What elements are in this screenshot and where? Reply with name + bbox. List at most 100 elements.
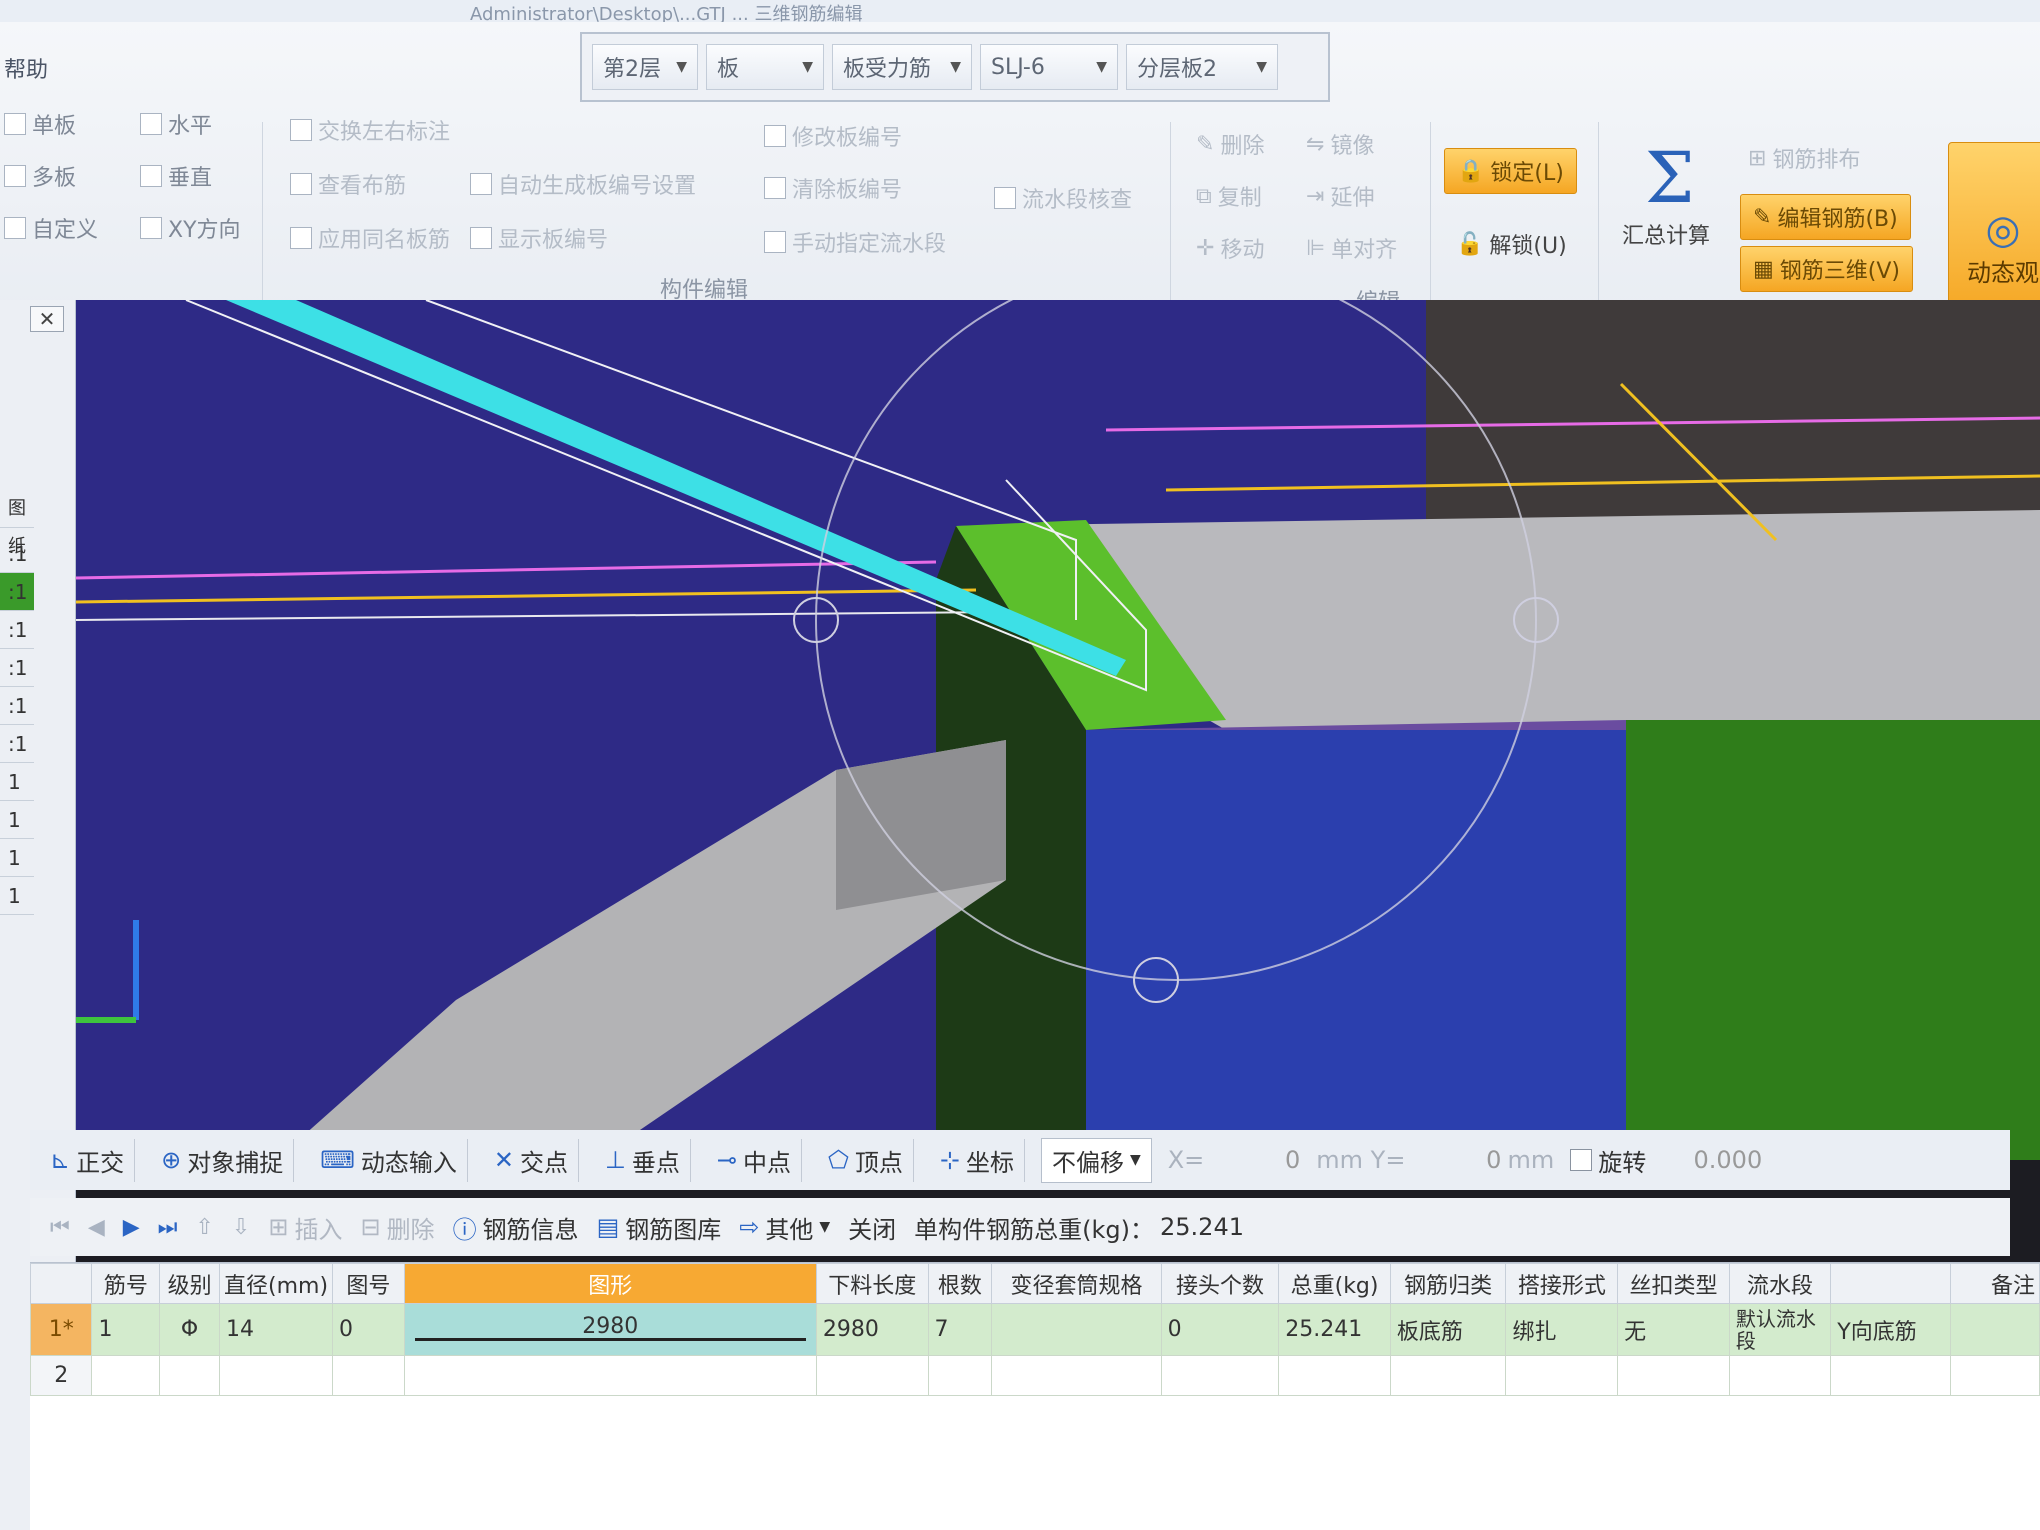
empty-cell[interactable] (332, 1355, 405, 1396)
drawing-list-item[interactable]: :1 (0, 611, 34, 649)
bar-no-cell[interactable]: 1 (91, 1303, 161, 1356)
next-record-icon[interactable]: ▶ (123, 1215, 140, 1240)
empty-cell[interactable] (815, 1355, 929, 1396)
rebar-layout-button[interactable]: ⊞ 钢筋排布 (1748, 142, 1860, 174)
flow-check-button[interactable]: 流水段核查 (994, 182, 1132, 214)
offset-select[interactable]: 不偏移 ▼ (1040, 1137, 1152, 1183)
y-coordinate-field[interactable]: mm Y= 0 mm (1316, 1146, 1554, 1174)
type-select[interactable]: 板 ▼ (706, 44, 824, 90)
empty-cell[interactable] (1160, 1355, 1280, 1396)
component-select[interactable]: SLJ-6 ▼ (980, 44, 1118, 90)
empty-cell[interactable] (991, 1355, 1162, 1396)
vertex-snap[interactable]: ⬠ 顶点 (818, 1138, 914, 1182)
object-snap-toggle[interactable]: ⊕ 对象捕捉 (151, 1138, 295, 1182)
empty-cell[interactable] (1830, 1355, 1951, 1396)
align-button[interactable]: ⊫ 单对齐 (1306, 232, 1397, 264)
category-select[interactable]: 板受力筋 ▼ (832, 44, 972, 90)
close-icon[interactable]: ✕ (30, 306, 64, 332)
rebar-3d-button[interactable]: ▦ 钢筋三维(V) (1740, 246, 1914, 292)
empty-cell[interactable] (927, 1355, 993, 1396)
rebar-library-button[interactable]: ▤ 钢筋图库 (597, 1210, 722, 1245)
rotate-field[interactable]: 旋转 0.000 (1570, 1143, 1762, 1178)
remark-cell[interactable] (1949, 1303, 2040, 1356)
drawing-list-item[interactable]: 1 (0, 877, 34, 915)
sigma-icon[interactable]: Σ (1645, 137, 1695, 219)
empty-cell[interactable] (1949, 1355, 2040, 1396)
dynamic-view-button[interactable]: ◎ 动态观 (1948, 142, 2040, 317)
clear-slab-number-button[interactable]: 清除板编号 (764, 172, 902, 204)
3d-scene[interactable] (76, 300, 2040, 1160)
xy-direction-button[interactable]: XY方向 (140, 212, 241, 244)
sleeve-cell[interactable] (991, 1303, 1162, 1356)
show-slab-number-button[interactable]: 显示板编号 (470, 222, 608, 254)
edit-rebar-button[interactable]: ✎ 编辑钢筋(B) (1740, 194, 1911, 240)
extend-button[interactable]: ⇥ 延伸 (1306, 180, 1374, 212)
unlock-button[interactable]: 🔓 解锁(U) (1444, 222, 1579, 266)
horizontal-button[interactable]: 水平 (140, 108, 212, 140)
prev-record-icon[interactable]: ◀ (88, 1215, 105, 1240)
layer-select[interactable]: 分层板2 ▼ (1126, 44, 1278, 90)
drawing-list-item[interactable]: :1 (0, 535, 34, 573)
manual-flow-button[interactable]: 手动指定流水段 (764, 226, 946, 258)
custom-button[interactable]: 自定义 (4, 212, 98, 244)
drawing-list-item[interactable]: 1 (0, 763, 34, 801)
floor-select[interactable]: 第2层 ▼ (592, 44, 698, 90)
empty-cell[interactable] (91, 1355, 161, 1396)
single-slab-button[interactable]: 单板 (4, 108, 76, 140)
rotate-value[interactable]: 0.000 (1652, 1146, 1763, 1174)
first-record-icon[interactable]: ⏮ (50, 1215, 70, 1240)
figure-no-cell[interactable]: 0 (332, 1303, 405, 1356)
rebar-info-button[interactable]: ⓘ 钢筋信息 (453, 1210, 579, 1245)
drawing-list-item[interactable]: :1 (0, 649, 34, 687)
count-cell[interactable]: 7 (927, 1303, 993, 1356)
table-row[interactable]: 2 (29, 1355, 2040, 1396)
last-record-icon[interactable]: ⏭ (158, 1215, 178, 1240)
delete-button[interactable]: ✎ 删除 (1196, 128, 1264, 160)
drawing-list-item[interactable]: :1 (0, 573, 34, 611)
joints-cell[interactable]: 0 (1160, 1303, 1280, 1356)
copy-button[interactable]: ⧉ 复制 (1196, 180, 1262, 212)
other-menu-button[interactable]: ⇨ 其他 ▼ (739, 1210, 830, 1245)
lock-button[interactable]: 🔒 锁定(L) (1444, 148, 1577, 194)
x-coordinate-field[interactable]: X= 0 (1168, 1146, 1301, 1174)
category-cell[interactable]: 板底筋 (1389, 1303, 1507, 1356)
empty-cell[interactable] (1389, 1355, 1507, 1396)
empty-cell[interactable] (1617, 1355, 1730, 1396)
dynamic-input-toggle[interactable]: ⌨ 动态输入 (310, 1138, 468, 1182)
swap-annotation-button[interactable]: 交换左右标注 (290, 114, 450, 146)
close-grid-button[interactable]: 关闭 (848, 1210, 896, 1245)
empty-cell[interactable] (159, 1355, 220, 1396)
drawing-list-item[interactable]: :1 (0, 725, 34, 763)
multi-slab-button[interactable]: 多板 (4, 160, 76, 192)
midpoint-snap[interactable]: ⊸ 中点 (707, 1138, 802, 1182)
empty-cell[interactable] (1278, 1355, 1391, 1396)
menu-help[interactable]: 帮助 (4, 52, 48, 84)
coordinate-snap[interactable]: ⊹ 坐标 (930, 1138, 1025, 1182)
empty-cell[interactable] (1728, 1355, 1832, 1396)
mirror-button[interactable]: ⇋ 镜像 (1306, 128, 1374, 160)
perpendicular-snap[interactable]: ⊥ 垂点 (595, 1138, 691, 1182)
cut-length-cell[interactable]: 2980 (815, 1303, 929, 1356)
3d-viewport[interactable] (76, 300, 2040, 1160)
move-up-icon[interactable]: ⇧ (195, 1215, 213, 1240)
view-rebar-button[interactable]: 查看布筋 (290, 168, 406, 200)
insert-row-button[interactable]: ⊞ 插入 (268, 1210, 342, 1245)
ortho-toggle[interactable]: ⊾ 正交 (40, 1138, 136, 1182)
rotate-checkbox[interactable] (1570, 1149, 1593, 1171)
vertical-button[interactable]: 垂直 (140, 160, 212, 192)
empty-cell[interactable] (218, 1355, 334, 1396)
move-down-icon[interactable]: ⇩ (232, 1215, 250, 1240)
grade-cell[interactable]: Φ (159, 1303, 220, 1356)
empty-cell[interactable] (1505, 1355, 1619, 1396)
delete-row-button[interactable]: ⊟ 删除 (360, 1210, 434, 1245)
apply-same-name-button[interactable]: 应用同名板筋 (290, 222, 450, 254)
move-button[interactable]: ✛ 移动 (1196, 232, 1264, 264)
lap-cell[interactable]: 绑扎 (1505, 1303, 1619, 1356)
auto-number-setting-button[interactable]: 自动生成板编号设置 (470, 168, 696, 200)
table-row[interactable]: 1* 1 Φ 14 0 2980 2980 7 0 25.241 板底筋 绑扎 … (29, 1303, 2040, 1356)
drawing-list-item[interactable]: 1 (0, 801, 34, 839)
empty-cell[interactable] (403, 1355, 817, 1396)
drawing-list-item[interactable]: :1 (0, 687, 34, 725)
description-cell[interactable]: Y向底筋 (1830, 1303, 1951, 1356)
shape-length-value[interactable]: 2980 (405, 1314, 816, 1339)
